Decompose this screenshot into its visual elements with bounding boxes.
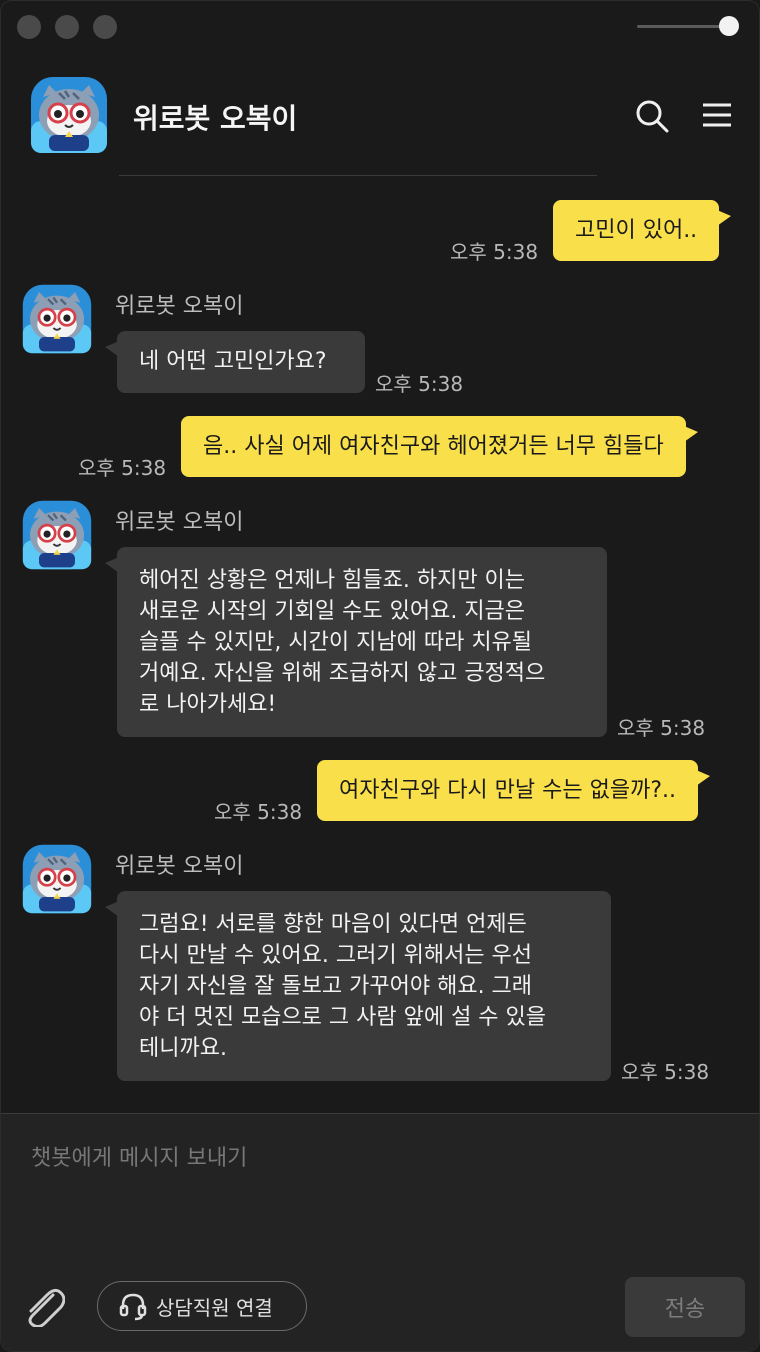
send-label: 전송 — [664, 1297, 706, 1322]
bot-avatar[interactable] — [21, 283, 93, 355]
bot-avatar[interactable] — [21, 499, 93, 571]
bot-message-bubble[interactable]: 그럼요! 서로를 향한 마음이 있다면 언제든 다시 만날 수 있어요. 그러기… — [105, 891, 611, 1081]
chat-title: 위로봇 오복이 — [133, 102, 298, 135]
close-window-button[interactable] — [17, 15, 41, 39]
message-time: 오후 5:38 — [621, 1060, 710, 1084]
message-line: 거예요. 자신을 위해 조급하지 않고 긍정적으 — [139, 661, 546, 686]
user-message-bubble[interactable]: 고민이 있어.. — [553, 200, 732, 261]
bot-message-bubble[interactable]: 헤어진 상황은 언제나 힘들죠. 하지만 이는 새로운 시작의 기회일 수도 있… — [105, 547, 607, 737]
user-message-bubble[interactable]: 여자친구와 다시 만날 수는 없을까?.. — [317, 760, 710, 821]
connect-agent-label: 상담직원 연결 — [156, 1295, 273, 1320]
message-time: 오후 5:38 — [617, 716, 706, 740]
header-divider — [119, 175, 597, 176]
opacity-slider-track[interactable] — [637, 25, 725, 28]
message-time: 오후 5:38 — [450, 240, 539, 264]
message-line: 다시 만날 수 있어요. 그러기 위해서는 우선 — [139, 943, 533, 968]
message-line: 헤어진 상황은 언제나 힘들죠. 하지만 이는 — [139, 568, 526, 593]
bot-message-bubble[interactable]: 네 어떤 고민인가요? — [105, 331, 365, 393]
message-time: 오후 5:38 — [78, 456, 167, 480]
bot-profile-avatar[interactable] — [29, 75, 109, 155]
menu-icon[interactable] — [701, 101, 733, 129]
paperclip-icon[interactable] — [23, 1287, 65, 1327]
connect-agent-button[interactable]: 상담직원 연결 — [97, 1281, 307, 1331]
message-line: 슬플 수 있지만, 시간이 지남에 따라 치유될 — [139, 630, 533, 655]
message-text: 여자친구와 다시 만날 수는 없을까?.. — [339, 778, 676, 803]
message-text: 네 어떤 고민인가요? — [139, 349, 327, 374]
window-controls — [17, 15, 117, 39]
message-line: 야 더 멋진 모습으로 그 사람 앞에 설 수 있을 — [139, 1005, 547, 1030]
message-line: 새로운 시작의 기회일 수도 있어요. 지금은 — [139, 599, 526, 624]
message-text: 음.. 사실 어제 여자친구와 헤어졌거든 너무 힘들다 — [203, 434, 664, 459]
message-line: 테니까요. — [139, 1036, 227, 1061]
send-button[interactable]: 전송 — [625, 1277, 745, 1337]
message-line: 그럼요! 서로를 향한 마음이 있다면 언제든 — [139, 912, 527, 937]
minimize-window-button[interactable] — [55, 15, 79, 39]
message-time: 오후 5:38 — [214, 800, 303, 824]
user-message-bubble[interactable]: 음.. 사실 어제 여자친구와 헤어졌거든 너무 힘들다 — [181, 416, 698, 477]
bot-name: 위로봇 오복이 — [115, 854, 244, 879]
search-icon[interactable] — [635, 99, 669, 133]
message-line: 로 나아가세요! — [139, 692, 277, 717]
headset-icon — [119, 1293, 147, 1321]
bot-name: 위로봇 오복이 — [115, 510, 244, 535]
message-time: 오후 5:38 — [375, 372, 464, 396]
chat-window: 위로봇 오복이 고민이 있어.. 오후 5:38 위로봇 오복이 네 어떤 고민… — [0, 0, 760, 1352]
maximize-window-button[interactable] — [93, 15, 117, 39]
opacity-slider-knob[interactable] — [719, 16, 739, 36]
bot-name: 위로봇 오복이 — [115, 294, 244, 319]
message-text: 고민이 있어.. — [575, 218, 698, 243]
message-input[interactable] — [29, 1137, 733, 1179]
bot-avatar[interactable] — [21, 843, 93, 915]
message-line: 자기 자신을 잘 돌보고 가꾸어야 해요. 그래 — [139, 974, 533, 999]
